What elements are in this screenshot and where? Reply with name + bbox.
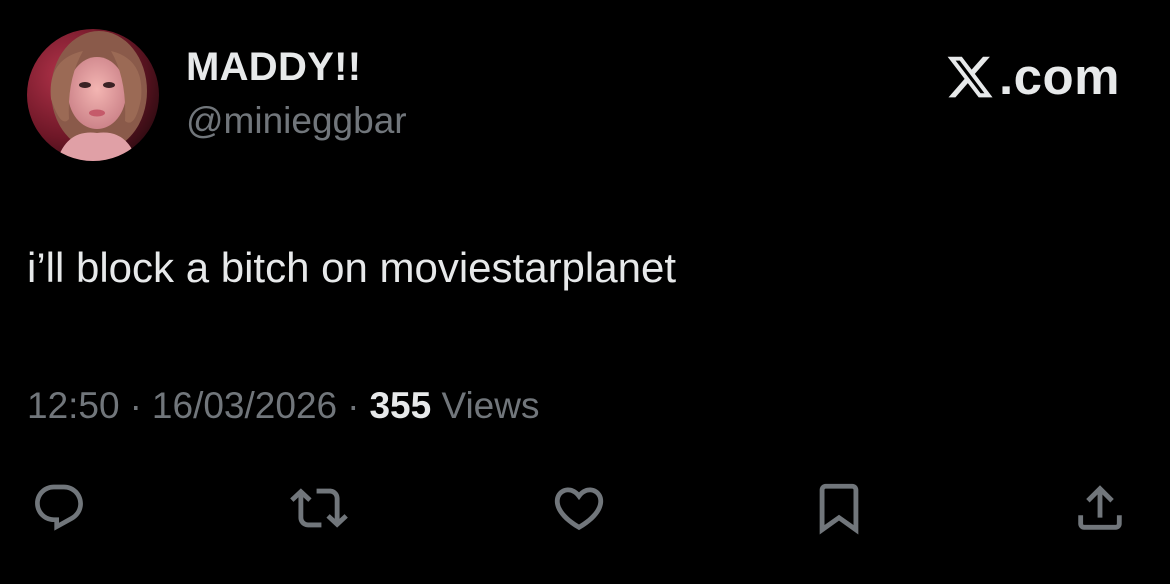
meta-separator: · (129, 385, 142, 426)
avatar[interactable] (27, 29, 159, 161)
display-name[interactable]: MADDY!! (186, 43, 361, 91)
bookmark-button[interactable] (809, 478, 869, 538)
repost-button[interactable] (289, 478, 349, 538)
reply-icon (35, 484, 83, 531)
tweet-meta: 12:50 · 16/03/2026 · 355 Views (27, 383, 539, 429)
meta-separator: · (347, 385, 360, 426)
x-logo-icon (947, 56, 993, 98)
profile-photo-icon (27, 29, 159, 161)
share-button[interactable] (1070, 478, 1130, 538)
tweet-card: MADDY!! @minieggbar .com i’ll block a bi… (0, 0, 1170, 584)
action-bar (0, 478, 1170, 538)
bookmark-icon (819, 483, 859, 535)
like-button[interactable] (549, 478, 609, 538)
tweet-time[interactable]: 12:50 (27, 385, 120, 426)
share-icon (1078, 485, 1122, 530)
views-count: 355 (369, 385, 432, 426)
site-domain-label: .com (998, 48, 1120, 105)
heart-icon (554, 487, 604, 531)
tweet-text: i’ll block a bitch on moviestarplanet (27, 244, 676, 291)
site-watermark: .com (944, 47, 1120, 107)
user-handle[interactable]: @minieggbar (186, 99, 407, 143)
reply-button[interactable] (29, 478, 89, 538)
repost-icon (290, 488, 348, 528)
views-label: Views (441, 385, 540, 426)
tweet-date[interactable]: 16/03/2026 (152, 385, 337, 426)
